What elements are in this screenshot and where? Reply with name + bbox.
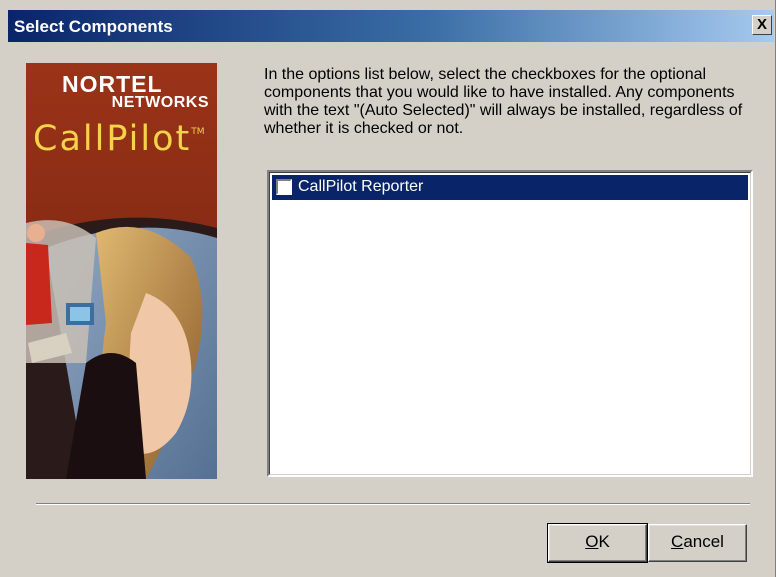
networks-logo: NETWORKS [111,94,209,111]
instructions-text: In the options list below, select the ch… [264,66,743,137]
select-components-dialog: Select Components X NORTEL NETWORKS Call… [0,0,776,577]
close-icon: X [756,16,767,33]
cancel-label-rest: ancel [683,532,724,551]
product-name: CallPilot [33,119,192,159]
components-listbox[interactable]: CallPilot Reporter [267,170,753,477]
cancel-mnemonic: C [671,532,684,551]
ok-mnemonic: O [585,532,599,551]
title-bar[interactable]: Select Components X [8,10,774,42]
list-item-label: CallPilot Reporter [298,178,424,195]
callpilot-logo: CallPilotTM [33,119,205,159]
ok-button[interactable]: OK [547,523,648,563]
window-title: Select Components [14,17,173,36]
ok-label-rest: K [598,532,610,551]
separator-line [36,503,750,505]
listbox-frame: CallPilot Reporter [269,172,751,475]
callpilot-reporter-checkbox[interactable] [276,179,292,195]
close-button[interactable]: X [752,15,772,35]
product-banner-image: NORTEL NETWORKS CallPilotTM [26,63,217,479]
trademark-mark: TM [191,127,205,137]
list-item-callpilot-reporter[interactable]: CallPilot Reporter [272,175,748,200]
cancel-button[interactable]: Cancel [648,524,747,562]
